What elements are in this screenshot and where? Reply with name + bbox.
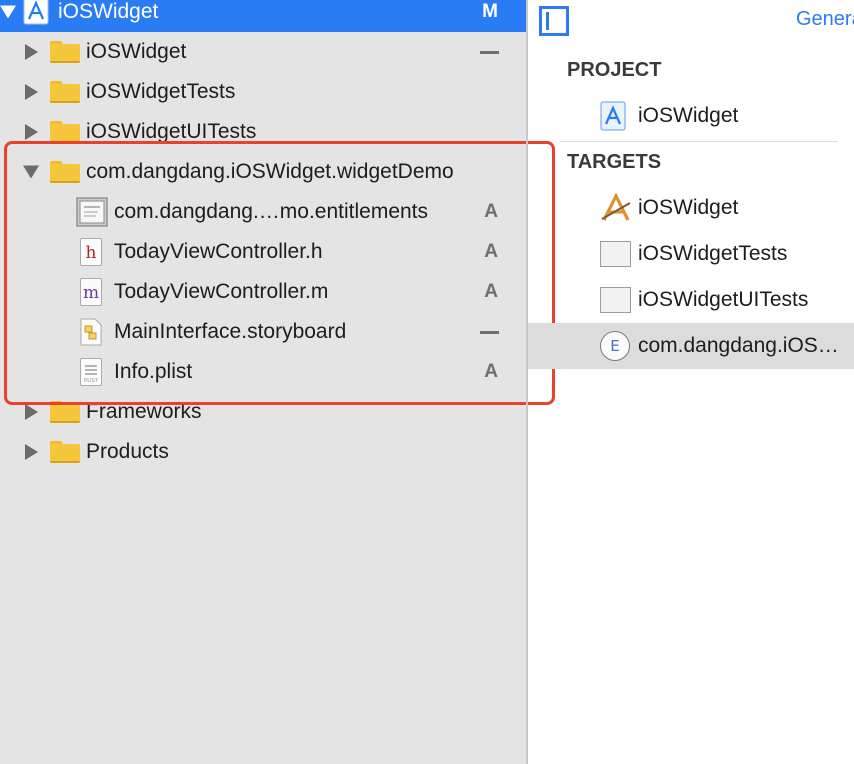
disclosure-closed-icon[interactable] bbox=[25, 124, 38, 140]
group-label: iOSWidget bbox=[86, 40, 187, 63]
target-item-app[interactable]: iOSWidget bbox=[528, 185, 854, 231]
disclosure-open-icon[interactable] bbox=[0, 5, 16, 19]
sidebar-toggle-icon[interactable] bbox=[539, 6, 569, 36]
folder-icon bbox=[50, 121, 80, 143]
project-root-label: iOSWidget bbox=[58, 0, 159, 23]
targets-section-header: TARGETS bbox=[567, 151, 662, 173]
project-section-header: PROJECT bbox=[567, 59, 662, 81]
app-target-icon bbox=[601, 193, 631, 221]
group-label: iOSWidgetTests bbox=[86, 80, 236, 103]
target-item-widget-extension[interactable]: E com.dangdang.iOS… bbox=[528, 323, 854, 369]
red-annotation-box bbox=[4, 141, 555, 405]
status-dash-badge bbox=[480, 51, 499, 54]
disclosure-closed-icon[interactable] bbox=[25, 44, 38, 60]
section-separator bbox=[560, 141, 838, 142]
folder-icon bbox=[50, 441, 80, 463]
test-bundle-icon bbox=[600, 241, 631, 267]
navigator-row-project-root[interactable]: iOSWidget M bbox=[0, 0, 526, 32]
source-control-badge: M bbox=[482, 1, 498, 22]
disclosure-closed-icon[interactable] bbox=[25, 404, 38, 420]
target-item-tests[interactable]: iOSWidgetTests bbox=[528, 231, 854, 277]
tab-general[interactable]: General bbox=[796, 8, 854, 31]
group-label: Products bbox=[86, 440, 169, 463]
xcode-project-icon bbox=[600, 101, 626, 131]
project-item-label: iOSWidget bbox=[638, 104, 739, 127]
folder-icon bbox=[50, 81, 80, 103]
target-label: iOSWidget bbox=[638, 196, 739, 219]
extension-target-icon: E bbox=[600, 331, 630, 361]
navigator-row-iOSWidget[interactable]: iOSWidget bbox=[0, 32, 526, 72]
project-navigator: iOSWidget M iOSWidget iOSWidgetTests iOS… bbox=[0, 0, 555, 764]
target-label: com.dangdang.iOS… bbox=[638, 334, 839, 357]
navigator-row-iOSWidgetTests[interactable]: iOSWidgetTests bbox=[0, 72, 526, 112]
project-item[interactable]: iOSWidget bbox=[528, 93, 854, 139]
test-bundle-icon bbox=[600, 287, 631, 313]
disclosure-closed-icon[interactable] bbox=[25, 84, 38, 100]
xcode-project-icon bbox=[23, 0, 49, 25]
target-item-uitests[interactable]: iOSWidgetUITests bbox=[528, 277, 854, 323]
disclosure-closed-icon[interactable] bbox=[25, 444, 38, 460]
folder-icon bbox=[50, 41, 80, 63]
navigator-row-products[interactable]: Products bbox=[0, 432, 526, 472]
target-label: iOSWidgetTests bbox=[638, 242, 788, 265]
target-label: iOSWidgetUITests bbox=[638, 288, 809, 311]
